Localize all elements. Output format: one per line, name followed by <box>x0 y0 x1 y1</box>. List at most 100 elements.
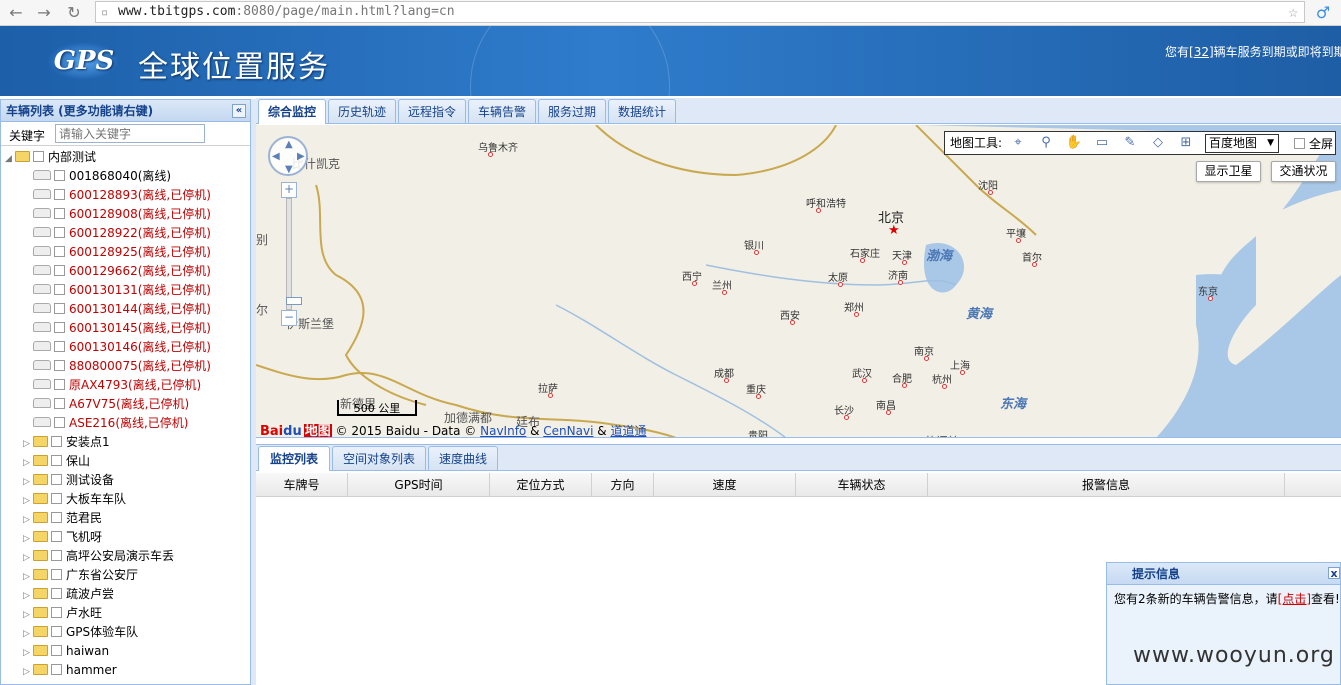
fullscreen-checkbox[interactable] <box>1294 138 1305 149</box>
group-item[interactable]: ▷ 卢水旺 <box>23 604 102 623</box>
bottom-tab-2[interactable]: 速度曲线 <box>428 446 498 470</box>
daodaotong-link[interactable]: 道道通 <box>610 424 646 437</box>
pan-down-icon[interactable]: ▼ <box>285 164 293 175</box>
vehicle-item[interactable]: 600129662(离线,已停机) <box>33 262 211 281</box>
grid-icon[interactable]: ⊞ <box>1177 134 1195 152</box>
vehicle-checkbox[interactable] <box>54 322 65 333</box>
reload-icon[interactable]: ↻ <box>64 3 84 23</box>
column-header[interactable]: 方向 <box>592 473 654 497</box>
tab-4[interactable]: 服务过期 <box>538 99 606 123</box>
vehicle-checkbox[interactable] <box>54 303 65 314</box>
map-type-select[interactable]: 百度地图 ▼ <box>1205 134 1279 153</box>
zoom-slider[interactable] <box>286 198 302 310</box>
tree-checkbox[interactable] <box>33 151 44 162</box>
ruler-icon[interactable]: ▭ <box>1093 134 1111 152</box>
vehicle-item[interactable]: 600128908(离线,已停机) <box>33 205 211 224</box>
group-item[interactable]: ▷ hammer <box>23 661 117 680</box>
vehicle-item[interactable]: A67V75(离线,已停机) <box>33 395 189 414</box>
vehicle-checkbox[interactable] <box>54 417 65 428</box>
group-checkbox[interactable] <box>51 626 62 637</box>
tab-5[interactable]: 数据统计 <box>608 99 676 123</box>
vehicle-item[interactable]: 880800075(离线,已停机) <box>33 357 211 376</box>
tree-root[interactable]: ◢ 内部测试 <box>5 148 96 167</box>
group-checkbox[interactable] <box>51 645 62 656</box>
extension-icon[interactable]: ♂ <box>1313 3 1333 23</box>
cennavi-link[interactable]: CenNavi <box>543 424 593 437</box>
column-header[interactable]: 车辆状态 <box>796 473 928 497</box>
vehicle-checkbox[interactable] <box>54 265 65 276</box>
group-item[interactable]: ▷ 飞机呀 <box>23 528 102 547</box>
caret-down-icon[interactable]: ◢ <box>5 150 15 169</box>
vehicle-item[interactable]: ASE216(离线,已停机) <box>33 414 189 433</box>
column-header[interactable]: 速度 <box>654 473 796 497</box>
group-checkbox[interactable] <box>51 607 62 618</box>
zoom-in-button[interactable]: + <box>281 182 297 198</box>
pan-left-icon[interactable]: ◀ <box>272 151 280 162</box>
column-header[interactable]: GPS时间 <box>348 473 490 497</box>
pan-up-icon[interactable]: ▲ <box>285 139 293 150</box>
vehicle-checkbox[interactable] <box>54 360 65 371</box>
traffic-button[interactable]: 交通状况 <box>1271 161 1336 182</box>
group-item[interactable]: ▷ 高坪公安局演示车丢 <box>23 547 174 566</box>
address-bar[interactable]: ▫ www.tbitgps.com:8080/page/main.html?la… <box>95 1 1305 23</box>
zoom-out-button[interactable]: − <box>281 310 297 326</box>
back-icon[interactable]: ← <box>6 3 26 23</box>
group-item[interactable]: ▷ 保山 <box>23 452 90 471</box>
column-header[interactable]: 定位方式 <box>490 473 592 497</box>
vehicle-item[interactable]: 600130131(离线,已停机) <box>33 281 211 300</box>
group-checkbox[interactable] <box>51 569 62 580</box>
bottom-tab-1[interactable]: 空间对象列表 <box>332 446 426 470</box>
tab-0[interactable]: 综合监控 <box>258 99 326 124</box>
show-satellite-button[interactable]: 显示卫星 <box>1196 161 1261 182</box>
group-item[interactable]: ▷ 广东省公安厅 <box>23 566 138 585</box>
vehicle-checkbox[interactable] <box>54 398 65 409</box>
vehicle-item[interactable]: 600130146(离线,已停机) <box>33 338 211 357</box>
group-item[interactable]: ▷ haiwan <box>23 642 109 661</box>
vehicle-item[interactable]: 600128925(离线,已停机) <box>33 243 211 262</box>
vehicle-checkbox[interactable] <box>54 284 65 295</box>
vehicle-checkbox[interactable] <box>54 208 65 219</box>
column-header[interactable]: 报警信息 <box>928 473 1285 497</box>
locate-icon[interactable]: ⌖ <box>1009 134 1027 152</box>
group-checkbox[interactable] <box>51 550 62 561</box>
bottom-tab-0[interactable]: 监控列表 <box>258 446 330 471</box>
vehicle-checkbox[interactable] <box>54 189 65 200</box>
collapse-panel-button[interactable]: « <box>232 104 246 118</box>
marker-icon[interactable]: ✎ <box>1121 134 1139 152</box>
column-header[interactable]: 车牌号 <box>256 473 348 497</box>
hand-pan-icon[interactable]: ✋ <box>1065 134 1083 152</box>
pan-control[interactable]: ▲ ▼ ◀ ▶ <box>268 136 308 176</box>
vehicle-checkbox[interactable] <box>54 341 65 352</box>
group-item[interactable]: ▷ 疏波卢尝 <box>23 585 114 604</box>
keyword-input[interactable] <box>55 124 205 143</box>
vehicle-checkbox[interactable] <box>54 379 65 390</box>
group-item[interactable]: ▷ 安装点1 <box>23 433 110 452</box>
vehicle-item[interactable]: 600128893(离线,已停机) <box>33 186 211 205</box>
group-item[interactable]: ▷ 测试设备 <box>23 471 114 490</box>
tab-3[interactable]: 车辆告警 <box>468 99 536 123</box>
group-checkbox[interactable] <box>51 455 62 466</box>
popup-click-link[interactable]: [点击] <box>1278 592 1311 606</box>
expiry-count-link[interactable]: 32 <box>1194 45 1209 59</box>
group-checkbox[interactable] <box>51 474 62 485</box>
caret-right-icon[interactable]: ▷ <box>23 663 33 682</box>
vehicle-checkbox[interactable] <box>54 170 65 181</box>
group-checkbox[interactable] <box>51 436 62 447</box>
map-view[interactable]: 乌鲁木齐 呼和浩特 北京 ★ 沈阳 天津 石家庄 银川 太原 西宁 兰州 济南 郑州 西安 平壤 首尔 东京 南京… <box>256 125 1341 438</box>
vehicle-item[interactable]: 原AX4793(离线,已停机) <box>33 376 201 395</box>
tab-1[interactable]: 历史轨迹 <box>328 99 396 123</box>
zoom-thumb[interactable] <box>286 297 302 305</box>
pan-right-icon[interactable]: ▶ <box>297 151 305 162</box>
group-item[interactable]: ▷ GPS体验车队 <box>23 623 138 642</box>
fullscreen-toggle[interactable]: 全屏 <box>1294 133 1333 155</box>
vehicle-item[interactable]: 001868040(离线) <box>33 167 171 186</box>
group-checkbox[interactable] <box>51 588 62 599</box>
group-checkbox[interactable] <box>51 493 62 504</box>
group-checkbox[interactable] <box>51 512 62 523</box>
group-checkbox[interactable] <box>51 531 62 542</box>
vehicle-checkbox[interactable] <box>54 246 65 257</box>
navinfo-link[interactable]: NavInfo <box>480 424 526 437</box>
tab-2[interactable]: 远程指令 <box>398 99 466 123</box>
vehicle-item[interactable]: 600130145(离线,已停机) <box>33 319 211 338</box>
close-icon[interactable]: x <box>1328 567 1340 579</box>
